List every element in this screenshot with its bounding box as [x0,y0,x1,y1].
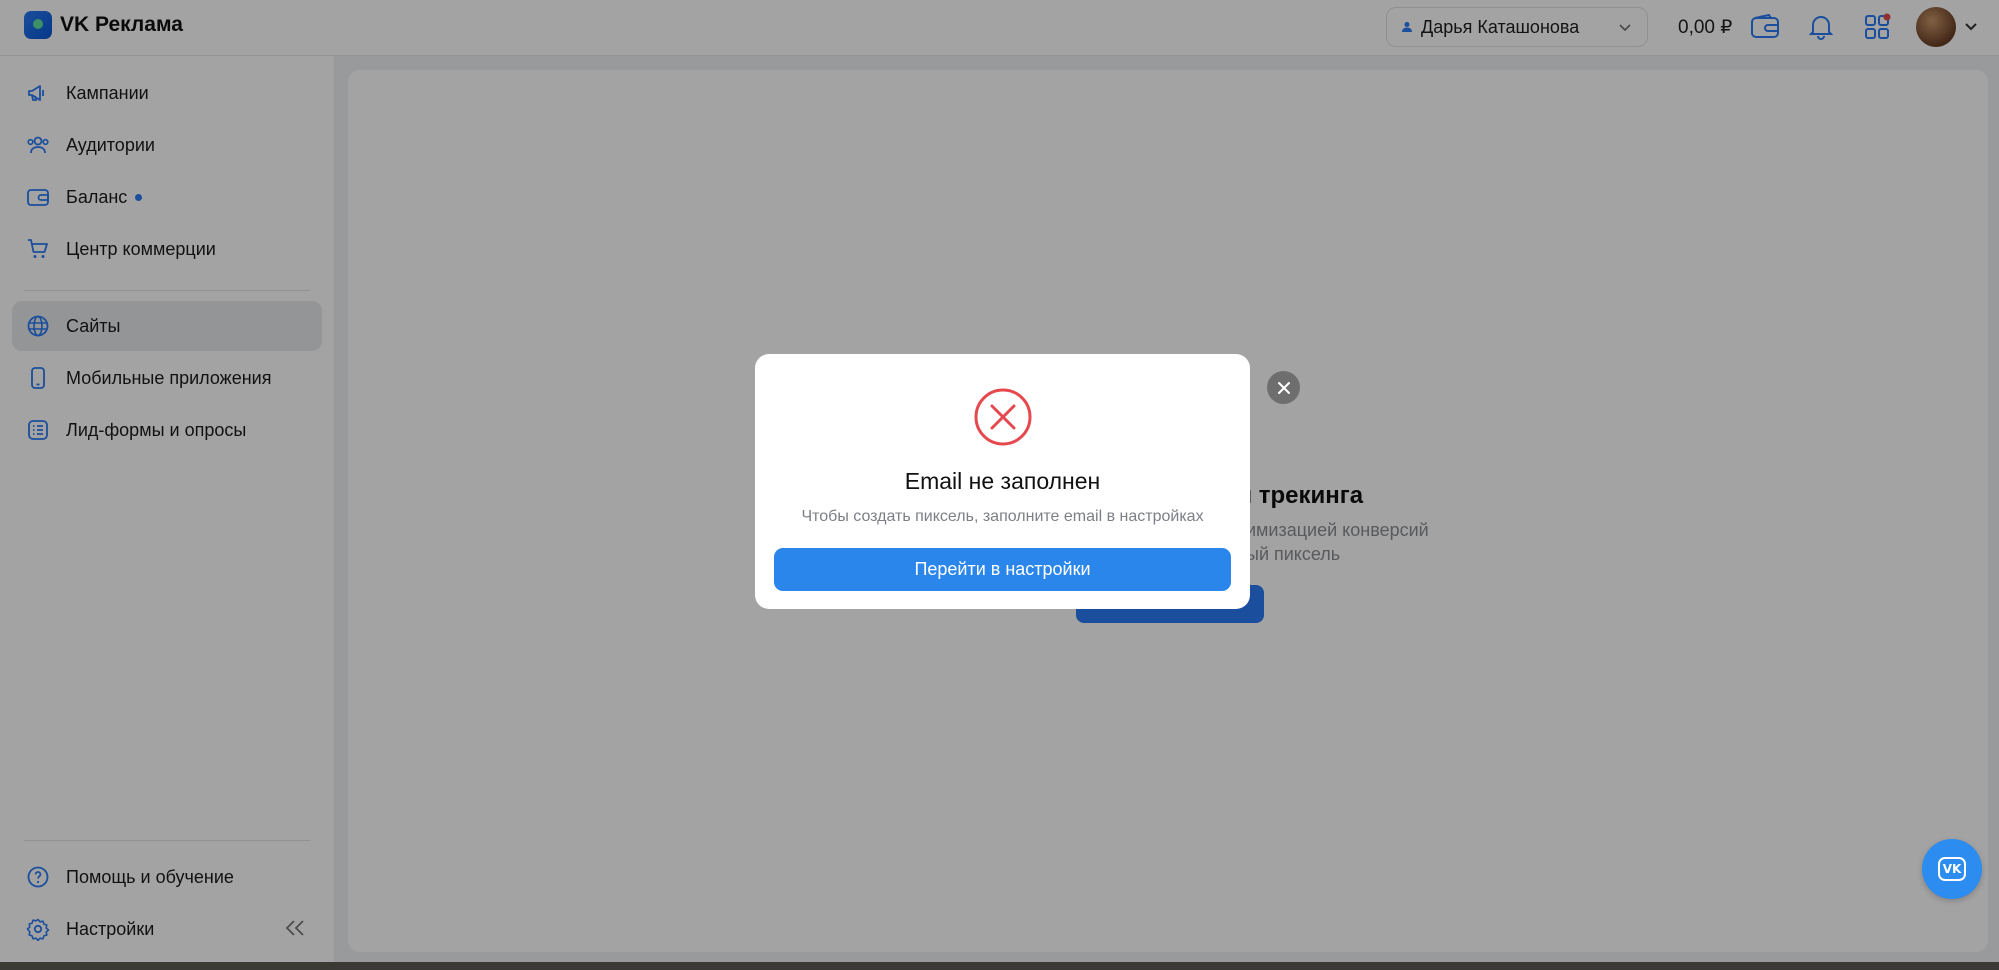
background-window-strip [0,962,1999,970]
app-window: VK Реклама Дарья Каташонова 0,00 ₽ Кампа… [0,0,1999,962]
error-modal: Email не заполнен Чтобы создать пиксель,… [755,354,1250,609]
modal-description: Чтобы создать пиксель, заполните email в… [801,508,1204,525]
close-icon [1277,381,1290,394]
vk-logo-icon: VK [1938,857,1966,881]
go-to-settings-button[interactable]: Перейти в настройки [774,548,1231,591]
error-circle-icon [974,388,1032,446]
vk-chat-button[interactable]: VK [1922,839,1982,899]
modal-title: Email не заполнен [904,468,1101,494]
close-modal-button[interactable] [1267,371,1300,404]
